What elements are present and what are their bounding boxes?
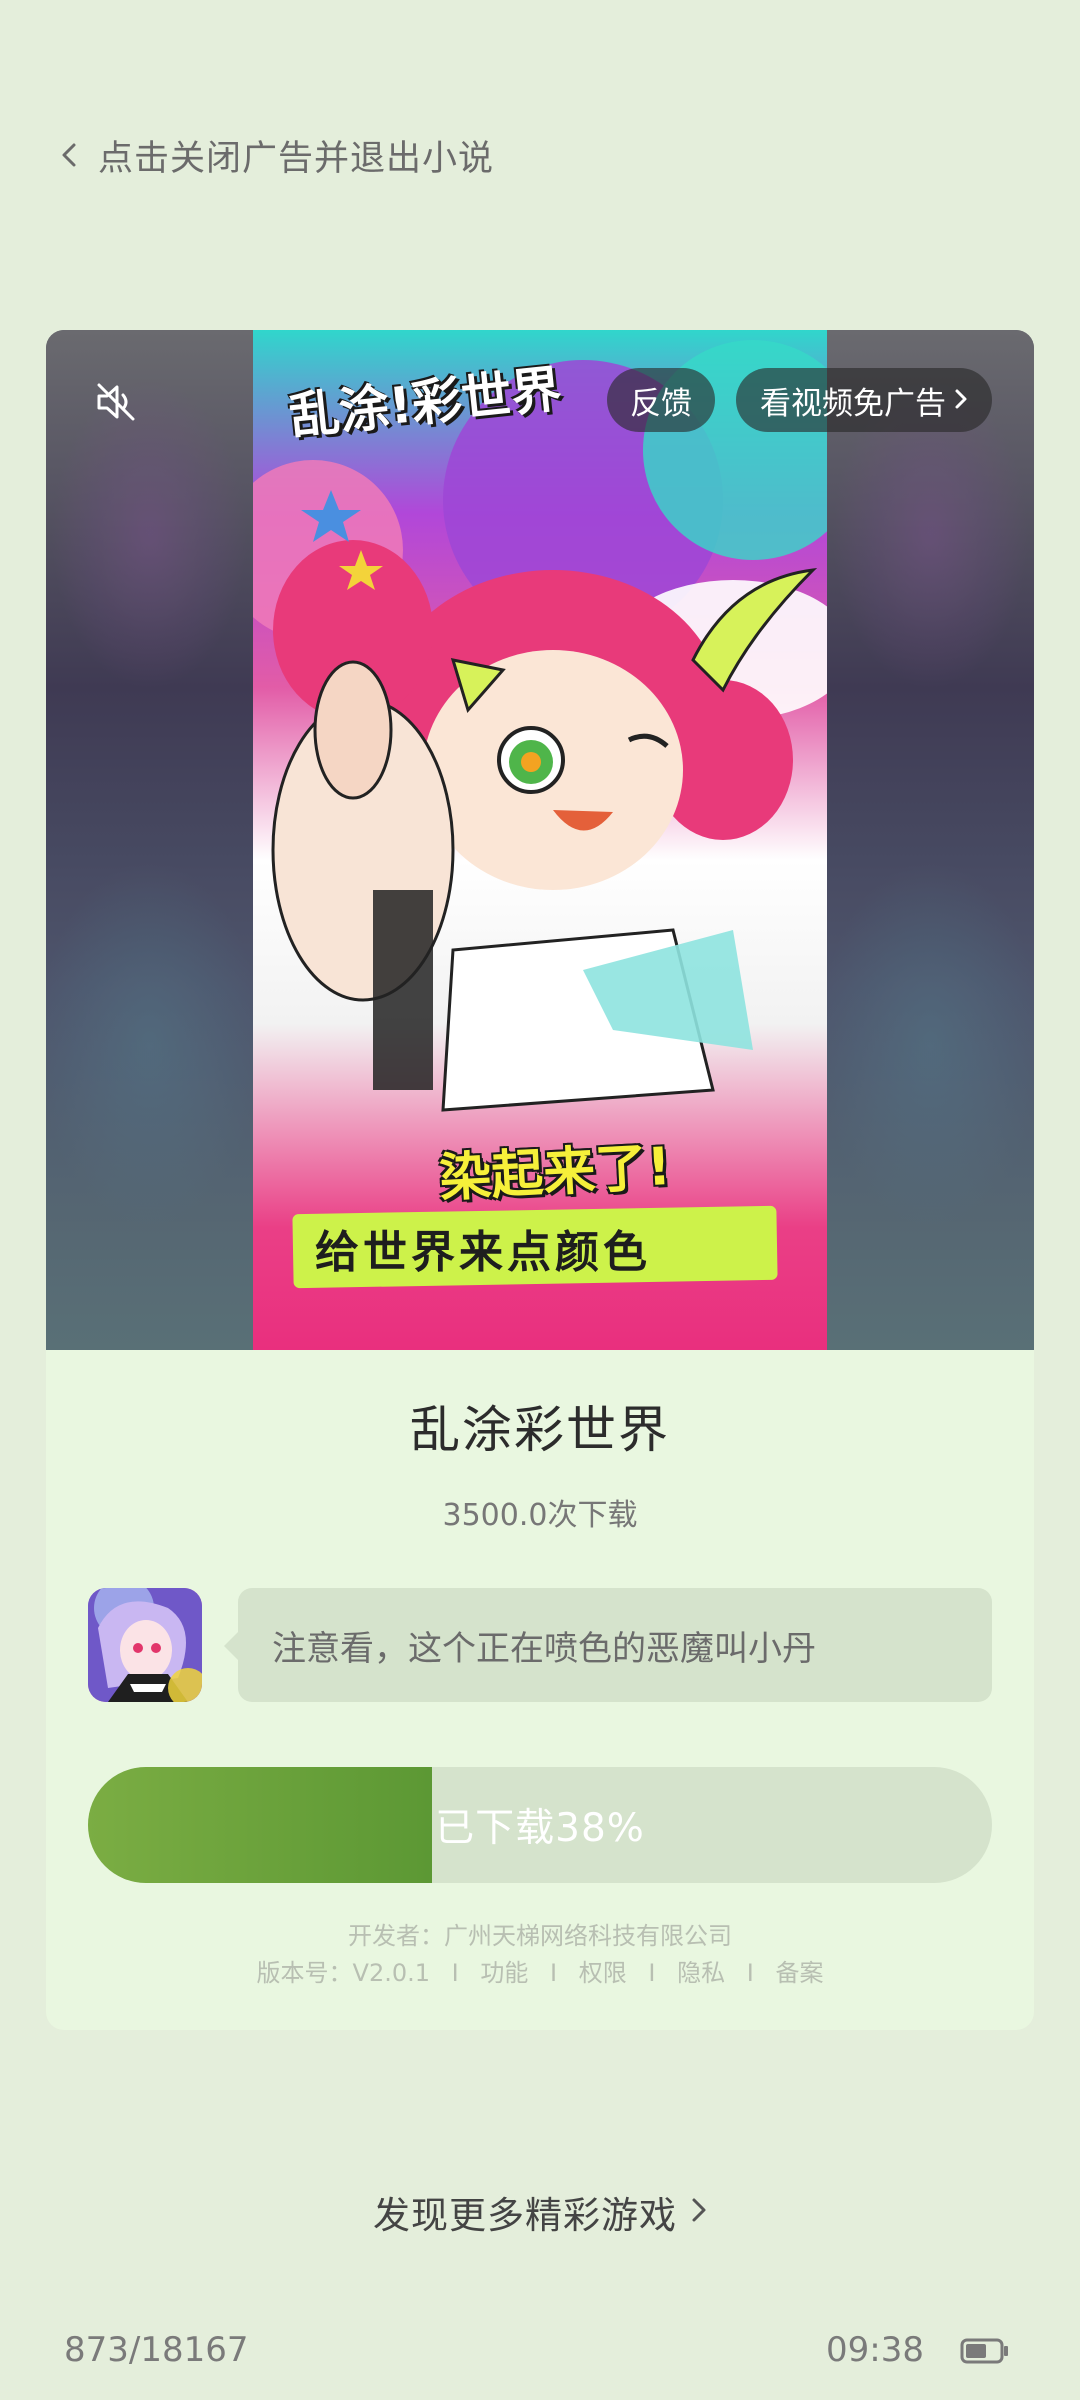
privacy-link[interactable]: 隐私 [677,1959,725,1987]
feedback-button[interactable]: 反馈 [607,368,715,432]
app-icon[interactable] [88,1588,202,1702]
chevron-left-icon [58,143,80,167]
battery-icon [960,2338,1010,2364]
download-count: 3500.0次下载 [442,1498,638,1533]
separator: I [746,1959,754,1987]
progress-label: 已下载38% [435,1806,645,1851]
app-name: 乱涂彩世界 [410,1401,670,1459]
separator: I [550,1959,558,1987]
ad-description-bubble: 注意看，这个正在喷色的恶魔叫小丹 [224,1588,992,1702]
features-link[interactable]: 功能 [480,1959,528,1987]
separator: I [451,1959,459,1987]
ad-video[interactable]: 乱涂!彩世界 染起来了! 给世界来点颜色 反馈 看视频免广告 [46,330,1034,1350]
page-progress: 873/18167 [64,2330,249,2370]
filing-link[interactable]: 备案 [775,1959,823,1987]
feedback-label: 反馈 [630,385,692,422]
clock: 09:38 [826,2330,924,2370]
watch-video-no-ad-button[interactable]: 看视频免广告 [736,368,992,432]
close-ad-label: 点击关闭广告并退出小说 [98,138,495,179]
video-blur-left [46,330,253,1350]
game-poster[interactable]: 乱涂!彩世界 染起来了! 给世界来点颜色 [253,330,827,1350]
video-blur-right [827,330,1034,1350]
ad-description: 注意看，这个正在喷色的恶魔叫小丹 [272,1628,816,1669]
permissions-link[interactable]: 权限 [579,1959,627,1987]
poster-slogan-2: 给世界来点颜色 [315,1227,651,1278]
developer-info: 开发者：广州天梯网络科技有限公司 [348,1922,732,1950]
separator: I [648,1959,656,1987]
speaker-muted-icon[interactable] [86,372,146,432]
download-progress-button[interactable]: 已下载38% [88,1767,992,1883]
poster-slogan-1: 染起来了! [437,1136,673,1210]
close-ad-back-link[interactable]: 点击关闭广告并退出小说 [58,120,494,190]
discover-more-games-link[interactable]: 发现更多精彩游戏 [0,2185,1080,2239]
version-label: 版本号：V2.0.1 [256,1959,431,1987]
ad-card: 乱涂!彩世界 染起来了! 给世界来点颜色 反馈 看视频免广告 乱涂彩世界 350 [46,330,1034,2030]
chevron-right-icon [691,2196,707,2228]
version-info-row: 版本号：V2.0.1 I 功能 I 权限 I 隐私 I 备案 [46,1953,1034,1988]
discover-more-label: 发现更多精彩游戏 [373,2194,677,2237]
watch-video-no-ad-label: 看视频免广告 [760,385,946,422]
chevron-right-icon [954,382,968,418]
